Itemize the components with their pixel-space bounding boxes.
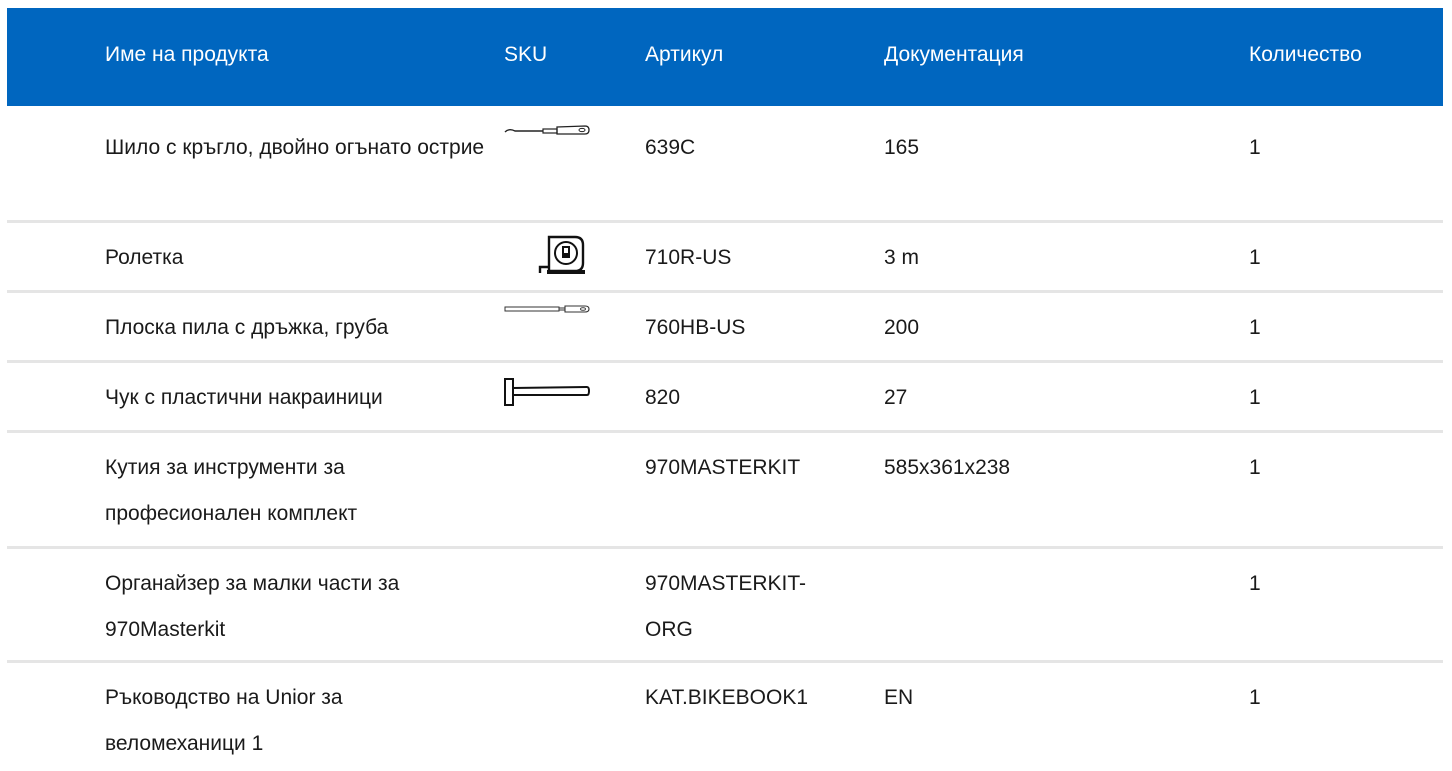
documentation: 3 m	[884, 246, 920, 269]
hammer-icon	[504, 378, 591, 406]
documentation: 27	[884, 386, 908, 409]
product-name[interactable]: Кутия за инструменти за професионален ко…	[105, 445, 485, 537]
table-header: Име на продукта SKU Артикул Документация…	[7, 8, 1443, 106]
article-number[interactable]: 820	[645, 375, 875, 421]
table-row: Кутия за инструменти за професионален ко…	[7, 433, 1443, 549]
flat-file-icon	[504, 305, 590, 313]
article-number[interactable]: 639C	[645, 125, 875, 171]
header-article[interactable]: Артикул	[645, 8, 875, 106]
header-product-name[interactable]: Име на продукта	[105, 8, 485, 106]
article-number[interactable]: 970MASTERKIT	[645, 445, 875, 491]
awl-icon	[504, 125, 590, 135]
quantity: 1	[1249, 246, 1261, 269]
documentation: 200	[884, 316, 920, 339]
product-name[interactable]: Плоска пила с дръжка, груба	[105, 305, 485, 351]
product-name[interactable]: Шило с кръгло, двойно огънато острие	[105, 125, 485, 171]
product-table: Име на продукта SKU Артикул Документация…	[7, 8, 1443, 763]
header-sku[interactable]: SKU	[504, 8, 604, 106]
quantity: 1	[1249, 386, 1261, 409]
product-name[interactable]: Ръководство на Unior за веломеханици 1	[105, 675, 485, 767]
tape-measure-icon	[538, 235, 585, 274]
header-documentation[interactable]: Документация	[884, 8, 1184, 106]
table-row: Шило с кръгло, двойно огънато острие 639…	[7, 106, 1443, 223]
quantity: 1	[1249, 136, 1261, 159]
product-name[interactable]: Органайзер за малки части за 970Masterki…	[105, 561, 485, 653]
table-row: Плоска пила с дръжка, груба 760HB-US 200…	[7, 293, 1443, 363]
article-number[interactable]: 970MASTERKIT-ORG	[645, 561, 835, 653]
quantity: 1	[1249, 456, 1261, 479]
table-row: Органайзер за малки части за 970Masterki…	[7, 549, 1443, 663]
documentation: EN	[884, 686, 914, 709]
product-name[interactable]: Чук с пластични накраиници	[105, 375, 485, 421]
documentation: 165	[884, 136, 920, 159]
documentation: 585x361x238	[884, 456, 1011, 479]
article-number[interactable]: KAT.BIKEBOOK1	[645, 675, 875, 721]
table-row: Ролетка 710R-US 3 m 1	[7, 223, 1443, 293]
quantity: 1	[1249, 572, 1261, 595]
table-row: Чук с пластични накраиници 820 27 1	[7, 363, 1443, 433]
table-row: Ръководство на Unior за веломеханици 1 K…	[7, 663, 1443, 763]
article-number[interactable]: 760HB-US	[645, 305, 875, 351]
quantity: 1	[1249, 316, 1261, 339]
quantity: 1	[1249, 686, 1261, 709]
product-name[interactable]: Ролетка	[105, 235, 485, 281]
article-number[interactable]: 710R-US	[645, 235, 875, 281]
header-quantity[interactable]: Количество	[1249, 8, 1399, 106]
